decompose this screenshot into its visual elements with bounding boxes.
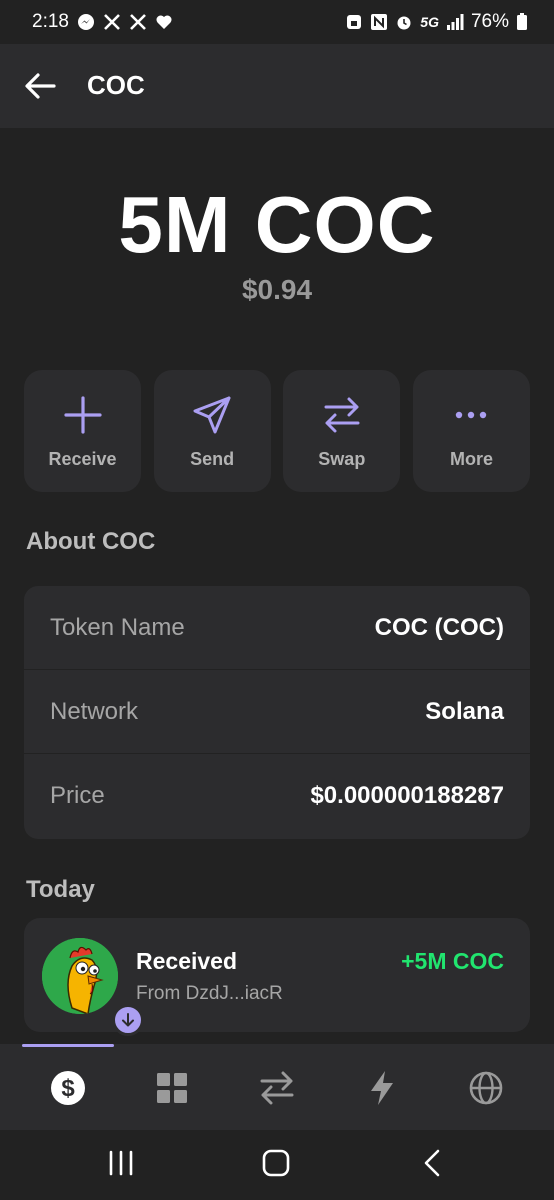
- nav-collectibles-tab[interactable]: [150, 1066, 194, 1110]
- dollar-icon: $: [51, 1071, 85, 1105]
- recent-apps-button[interactable]: [106, 1146, 136, 1180]
- back-button[interactable]: [22, 68, 58, 104]
- price-row: Price $0.000000188287: [24, 754, 530, 838]
- status-bar: 2:18 5G 76%: [0, 0, 554, 44]
- nfc-icon: [370, 13, 388, 31]
- swap-button[interactable]: Swap: [283, 370, 401, 492]
- chicken-avatar-icon: [42, 938, 118, 1014]
- receive-button[interactable]: Receive: [24, 370, 141, 492]
- battery-percent: 76%: [470, 11, 509, 32]
- activity-item[interactable]: Received From DzdJ...iacR +5M COC: [24, 918, 530, 1036]
- swap-label: Swap: [318, 448, 366, 469]
- lightning-icon: [371, 1071, 393, 1105]
- status-left: 2:18: [32, 11, 173, 33]
- nav-active-indicator: [22, 1044, 114, 1047]
- about-card: Token Name COC (COC) Network Solana Pric…: [24, 586, 530, 839]
- receive-label: Receive: [48, 448, 117, 469]
- signal-icon: [446, 13, 464, 31]
- system-nav: [0, 1130, 554, 1200]
- nav-wallet-tab[interactable]: $: [46, 1066, 90, 1110]
- nav-explore-tab[interactable]: [464, 1066, 508, 1110]
- activity-subtitle: From DzdJ...iacR: [136, 983, 283, 1004]
- back-icon: [424, 1149, 440, 1177]
- today-section-title: Today: [26, 876, 95, 903]
- plus-icon: [63, 393, 103, 437]
- battery-icon: [516, 13, 528, 31]
- row-value: COC (COC): [374, 613, 504, 641]
- swap-icon: [260, 1071, 294, 1105]
- messenger-icon: [77, 13, 95, 31]
- more-button[interactable]: More: [412, 370, 530, 492]
- arrow-down-icon: [112, 1004, 144, 1036]
- lock-icon: [345, 13, 363, 31]
- bottom-nav: $: [0, 1044, 554, 1130]
- row-label: Token Name: [50, 613, 185, 641]
- alarm-icon: [395, 13, 413, 31]
- status-time: 2:18: [32, 11, 69, 32]
- nav-activity-tab[interactable]: [360, 1066, 404, 1110]
- row-value: $0.000000188287: [310, 782, 504, 809]
- token-name-row: Token Name COC (COC): [24, 586, 530, 670]
- header: COC: [0, 44, 554, 128]
- send-icon: [191, 393, 233, 437]
- svg-text:$: $: [61, 1075, 75, 1102]
- status-right: 5G 76%: [345, 11, 528, 33]
- network-row: Network Solana: [24, 670, 530, 754]
- x-icon: [103, 13, 121, 31]
- activity-amount: +5M COC: [401, 948, 504, 974]
- arrow-left-icon: [25, 73, 56, 99]
- send-label: Send: [190, 448, 235, 469]
- home-button[interactable]: [260, 1146, 292, 1180]
- nav-swap-tab[interactable]: [255, 1066, 299, 1110]
- home-icon: [262, 1149, 290, 1177]
- row-label: Network: [50, 697, 139, 725]
- row-label: Price: [50, 782, 105, 809]
- activity-title: Received: [136, 948, 238, 974]
- token-balance: 5M COC: [118, 180, 436, 269]
- network-type: 5G: [420, 14, 439, 30]
- heart-icon: [155, 13, 173, 31]
- recent-apps-icon: [109, 1150, 133, 1176]
- grid-icon: [157, 1073, 187, 1103]
- send-button[interactable]: Send: [153, 370, 271, 492]
- about-section-title: About COC: [26, 528, 156, 555]
- more-label: More: [449, 448, 493, 469]
- more-icon: [453, 393, 489, 437]
- globe-icon: [469, 1071, 503, 1105]
- system-back-button[interactable]: [420, 1146, 444, 1180]
- swap-icon: [322, 393, 362, 437]
- page-title: COC: [87, 70, 145, 100]
- balance-usd-value: $0.94: [241, 274, 313, 305]
- action-buttons: Receive Send Swap More: [24, 370, 530, 492]
- x-icon: [129, 13, 147, 31]
- row-value: Solana: [425, 697, 504, 725]
